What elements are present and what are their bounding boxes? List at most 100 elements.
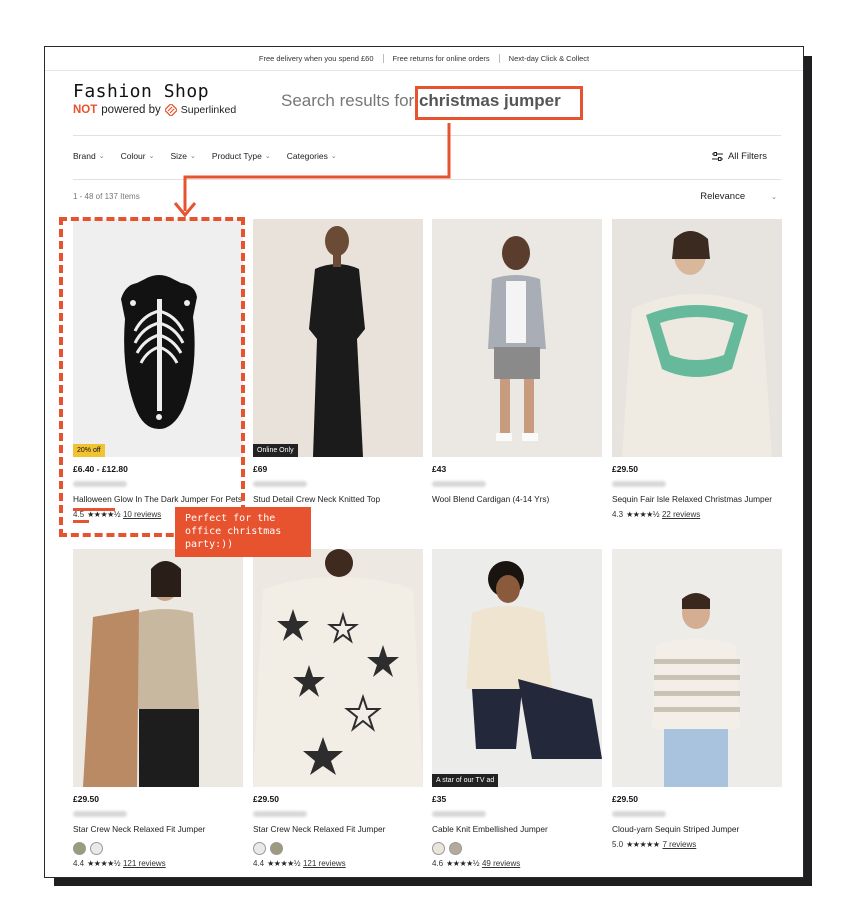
- chevron-down-icon: ⌄: [330, 153, 337, 160]
- model-sequin-jumper-image: [612, 219, 782, 457]
- product-name[interactable]: Cable Knit Embellished Jumper: [432, 823, 602, 836]
- filter-colour[interactable]: Colour ⌄: [121, 151, 155, 161]
- chevron-down-icon: ⌄: [264, 153, 271, 160]
- product-name[interactable]: Cloud-yarn Sequin Striped Jumper: [612, 823, 782, 836]
- promo-divider: [382, 54, 384, 63]
- chevron-down-icon: ⌄: [148, 153, 155, 160]
- powered-by-line: NOT powered by Superlinked: [73, 104, 236, 116]
- product-price: £35: [432, 794, 447, 804]
- rating-value: 4.4: [253, 859, 265, 868]
- model-black-dress-image: [253, 219, 423, 457]
- powered-by-label: powered by: [101, 104, 161, 116]
- rating-value: 5.0: [612, 840, 624, 849]
- product-card[interactable]: £29.50 Star Crew Neck Relaxed Fit Jumper…: [73, 549, 243, 868]
- star-rating-icon: ★★★★★: [626, 840, 660, 849]
- product-name[interactable]: Wool Blend Cardigan (4-14 Yrs): [432, 493, 602, 506]
- all-filters-label: All Filters: [727, 151, 767, 162]
- underline-mark: [73, 508, 115, 511]
- star-rating-icon: ★★★★½: [626, 510, 659, 519]
- chevron-down-icon: ⌄: [98, 153, 105, 160]
- blurred-brand: [612, 811, 666, 817]
- product-image[interactable]: [612, 219, 782, 457]
- product-name[interactable]: Star Crew Neck Relaxed Fit Jumper: [253, 823, 423, 836]
- product-card[interactable]: £43 Wool Blend Cardigan (4-14 Yrs): [432, 219, 602, 506]
- header-divider: [73, 135, 781, 136]
- girl-cardigan-image: [432, 219, 602, 457]
- filter-categories[interactable]: Categories ⌄: [287, 151, 337, 161]
- star-rating-icon: ★★★★½: [87, 859, 120, 868]
- promo-bar: Free delivery when you spend £60 Free re…: [45, 47, 803, 71]
- site-name: Fashion Shop: [73, 81, 210, 102]
- product-image[interactable]: Online Only: [253, 219, 423, 457]
- promo-free-delivery[interactable]: Free delivery when you spend £60: [259, 54, 374, 63]
- product-price: £43: [432, 464, 447, 474]
- reviews-link[interactable]: 7 reviews: [662, 840, 696, 849]
- product-card[interactable]: Online Only £69 Stud Detail Crew Neck Kn…: [253, 219, 423, 506]
- filter-categories-label: Categories: [286, 151, 328, 161]
- filter-product-type[interactable]: Product Type ⌄: [212, 151, 271, 161]
- site-logo[interactable]: Fashion Shop NOT powered by Superlinked: [73, 81, 236, 116]
- product-price: £29.50: [73, 794, 99, 804]
- superlinked-logo-icon: [164, 104, 177, 116]
- filter-colour-label: Colour: [120, 151, 146, 161]
- product-rating: 5.0 ★★★★★ 7 reviews: [612, 840, 782, 849]
- all-filters-button[interactable]: All Filters: [711, 151, 767, 162]
- result-count: 1 - 48 of 137 Items: [73, 192, 140, 201]
- superlinked-label: Superlinked: [180, 104, 237, 116]
- tv-ad-badge: A star of our TV ad: [432, 774, 499, 787]
- sort-dropdown[interactable]: Relevance ⌄: [700, 191, 777, 202]
- search-prefix: Search results for: [281, 91, 415, 110]
- product-price: £69: [253, 464, 268, 474]
- product-image[interactable]: [73, 549, 243, 787]
- reviews-link[interactable]: 121 reviews: [303, 859, 346, 868]
- swatch[interactable]: [432, 842, 445, 855]
- product-price: £29.50: [612, 794, 638, 804]
- model-coat-jumper-image: [73, 549, 243, 787]
- blurred-brand: [253, 811, 307, 817]
- product-card[interactable]: £29.50 Sequin Fair Isle Relaxed Christma…: [612, 219, 782, 519]
- filter-brand[interactable]: Brand ⌄: [73, 151, 105, 161]
- filter-size-label: Size: [170, 151, 188, 161]
- product-card[interactable]: A star of our TV ad £35 Cable Knit Embel…: [432, 549, 602, 868]
- product-image[interactable]: A star of our TV ad: [432, 549, 602, 787]
- swatch-star-icon[interactable]: [90, 842, 103, 855]
- product-image[interactable]: [612, 549, 782, 787]
- promo-click-collect[interactable]: Next-day Click & Collect: [509, 54, 589, 63]
- online-only-badge: Online Only: [253, 444, 298, 457]
- product-rating: 4.4 ★★★★½ 121 reviews: [73, 859, 243, 868]
- product-rating: 4.4 ★★★★½ 121 reviews: [253, 859, 423, 868]
- underline-mark: [73, 520, 89, 523]
- chevron-down-icon: ⌄: [771, 193, 777, 201]
- filter-product-type-label: Product Type: [211, 151, 262, 161]
- product-name[interactable]: Star Crew Neck Relaxed Fit Jumper: [73, 823, 243, 836]
- blurred-brand: [73, 811, 127, 817]
- blurred-brand: [253, 481, 307, 487]
- reviews-link[interactable]: 49 reviews: [482, 859, 520, 868]
- product-price: £29.50: [612, 464, 638, 474]
- reviews-link[interactable]: 121 reviews: [123, 859, 166, 868]
- swatch[interactable]: [73, 842, 86, 855]
- filter-divider: [73, 179, 781, 180]
- promo-divider: [498, 54, 500, 63]
- product-card[interactable]: £29.50 Star Crew Neck Relaxed Fit Jumper…: [253, 549, 423, 868]
- chevron-down-icon: ⌄: [190, 153, 196, 160]
- product-card[interactable]: £29.50 Cloud-yarn Sequin Striped Jumper …: [612, 549, 782, 849]
- product-name[interactable]: Sequin Fair Isle Relaxed Christmas Jumpe…: [612, 493, 782, 506]
- rating-value: 4.6: [432, 859, 444, 868]
- rating-value: 4.4: [73, 859, 85, 868]
- product-image[interactable]: [253, 549, 423, 787]
- filter-brand-label: Brand: [73, 151, 96, 161]
- swatch[interactable]: [270, 842, 283, 855]
- swatch[interactable]: [449, 842, 462, 855]
- highlight-dashed-box: [59, 217, 245, 537]
- query-highlight-box: [415, 86, 583, 120]
- promo-free-returns[interactable]: Free returns for online orders: [393, 54, 490, 63]
- colour-swatches: [253, 842, 423, 855]
- swatch-star-icon[interactable]: [253, 842, 266, 855]
- product-image[interactable]: [432, 219, 602, 457]
- reviews-link[interactable]: 22 reviews: [662, 510, 700, 519]
- filter-size[interactable]: Size ⌄: [170, 151, 195, 161]
- model-striped-jumper-image: [612, 549, 782, 787]
- annotation-note: Perfect for the office christmas party:)…: [175, 507, 311, 557]
- product-name[interactable]: Stud Detail Crew Neck Knitted Top: [253, 493, 423, 506]
